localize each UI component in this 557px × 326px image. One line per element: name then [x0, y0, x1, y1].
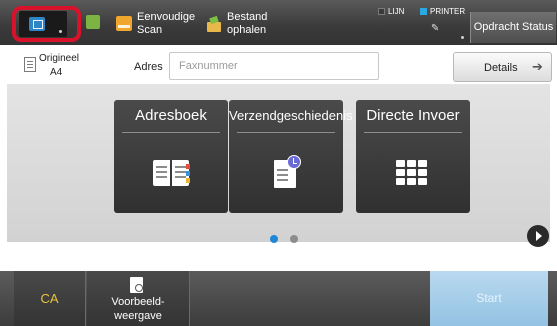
job-status-button[interactable]: Opdracht Status [470, 12, 556, 43]
file-retrieve-icon [207, 22, 221, 32]
original-size: A4 [50, 67, 63, 78]
easy-scan-label-2: Scan [137, 24, 163, 36]
tile-direct-entry-label: Directe Invoer [366, 107, 460, 124]
tile-separator [122, 132, 220, 133]
printer-indicator-label: PRINTER [430, 7, 466, 16]
line-indicator-label: LIJN [388, 7, 405, 16]
page-dot-active[interactable] [270, 235, 278, 243]
tile-separator [364, 132, 462, 133]
preview-button[interactable]: Voorbeeld- weergave [87, 271, 190, 326]
more-dot-icon [461, 36, 464, 39]
tile-address-book[interactable]: Adresboek [114, 100, 228, 213]
tile-send-history[interactable]: Verzendgeschiedenis [229, 100, 353, 213]
clock-icon [287, 155, 301, 169]
printer-indicator-icon [420, 8, 427, 15]
preview-label-1: Voorbeeld- [111, 296, 165, 308]
fax-number-input[interactable]: Faxnummer [169, 52, 379, 80]
file-retrieve-button[interactable]: Bestand ophalen [227, 11, 267, 37]
easy-scan-label-1: Eenvoudige [137, 11, 196, 23]
details-button[interactable]: Details ➔ [453, 52, 552, 82]
page-dot[interactable] [290, 235, 298, 243]
clear-all-button[interactable]: CA [14, 271, 86, 326]
file-retrieve-label-1: Bestand [227, 11, 268, 23]
highlight-frame [12, 6, 81, 42]
preview-label-2: weergave [114, 310, 162, 322]
tile-separator [237, 132, 335, 133]
start-button[interactable]: Start [430, 271, 548, 326]
fax-screen: Eenvoudige Scan Bestand ophalen LIJN PRI… [0, 0, 557, 326]
arrow-right-icon: ➔ [532, 59, 543, 74]
wrench-icon[interactable]: ✎ [431, 24, 445, 34]
address-label: Adres [134, 61, 163, 73]
file-retrieve-label-2: ophalen [227, 24, 267, 36]
line-indicator-icon [378, 8, 385, 15]
tile-direct-entry[interactable]: Directe Invoer [356, 100, 470, 213]
preview-icon [130, 277, 143, 293]
tile-send-history-label: Verzendgeschiedenis [229, 108, 353, 123]
original-document-icon [24, 57, 36, 72]
easy-scan-button[interactable]: Eenvoudige Scan [137, 11, 195, 37]
address-book-icon [153, 160, 190, 186]
keypad-icon [396, 160, 428, 186]
easy-scan-icon [116, 16, 132, 31]
original-label[interactable]: Origineel [39, 53, 79, 65]
tile-address-book-label: Adresboek [135, 107, 207, 124]
details-label: Details [484, 62, 518, 74]
green-mode-icon[interactable] [86, 15, 100, 29]
next-page-icon[interactable] [527, 225, 549, 247]
